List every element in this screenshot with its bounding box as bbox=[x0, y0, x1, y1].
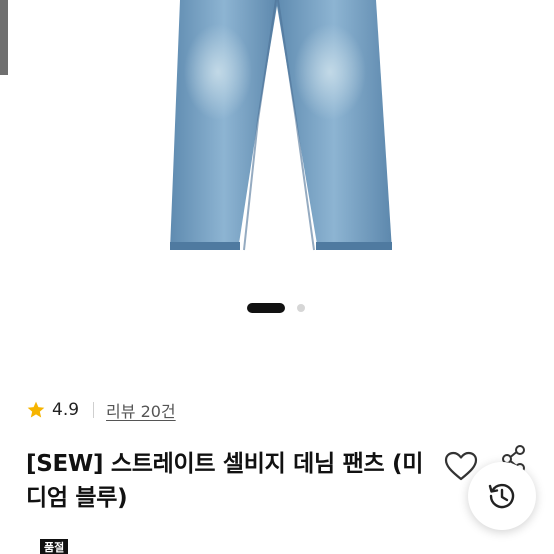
product-image[interactable] bbox=[0, 0, 554, 290]
sold-out-badge: 품절 bbox=[40, 539, 69, 554]
star-icon bbox=[27, 401, 45, 418]
carousel-dot-active[interactable] bbox=[247, 303, 285, 313]
review-count-link[interactable]: 리뷰 20건 bbox=[106, 398, 176, 422]
history-icon bbox=[488, 483, 515, 509]
carousel-dot[interactable] bbox=[297, 304, 305, 312]
product-title: [SEW] 스트레이트 셀비지 데님 팬츠 (미디엄 블루) bbox=[26, 451, 424, 511]
recent-history-button[interactable] bbox=[468, 462, 536, 530]
rating-value: 4.9 bbox=[52, 400, 80, 420]
divider bbox=[93, 402, 95, 418]
carousel-indicator bbox=[247, 303, 307, 313]
rating-row: 4.9 리뷰 20건 bbox=[26, 398, 176, 422]
